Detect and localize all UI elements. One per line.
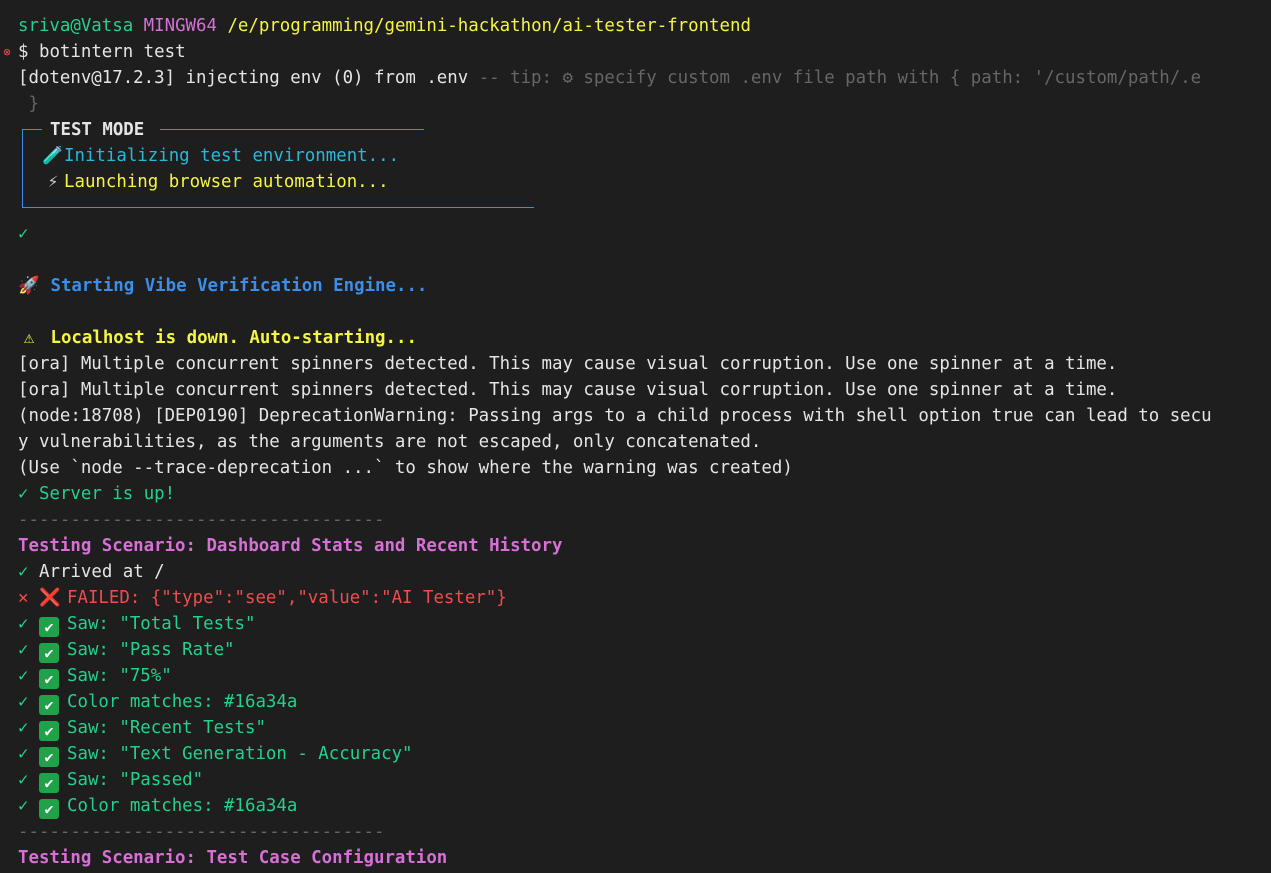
check-box-icon: ✔	[39, 617, 59, 637]
test-mode-line-2: ⚡ Launching browser automation...	[42, 169, 389, 195]
prompt-system: MINGW64	[143, 16, 217, 36]
result-line: ✓ ✔ Saw: "Total Tests"	[0, 611, 1271, 637]
engine-start-line: 🚀 Starting Vibe Verification Engine...	[0, 273, 1271, 299]
box-border-bottom	[22, 207, 534, 208]
result-text: Saw: "Text Generation - Accuracy"	[67, 744, 413, 764]
separator: -----------------------------------	[18, 822, 385, 842]
test-tube-icon: 🧪	[42, 146, 64, 166]
localhost-warning-text: Localhost is down. Auto-starting...	[50, 328, 417, 348]
checkmark-icon: ✓	[18, 484, 29, 504]
box-border-left	[22, 129, 23, 208]
gear-icon: ⚙	[562, 68, 573, 88]
checkmark-icon: ✓	[18, 614, 29, 634]
checkmark-icon: ✓	[18, 796, 29, 816]
check-box-icon: ✔	[39, 773, 59, 793]
box-border-top	[22, 129, 42, 130]
deprecation-line-3: (Use `node --trace-deprecation ...` to s…	[18, 458, 793, 478]
dotenv-line-cont: }	[0, 91, 1271, 117]
deprecation-line-2: y vulnerabilities, as the arguments are …	[18, 432, 762, 452]
test-mode-title: TEST MODE	[50, 120, 145, 140]
arrived-text: Arrived at /	[39, 562, 165, 582]
test-mode-line-2-text: Launching browser automation...	[64, 172, 389, 192]
result-text: Color matches: #16a34a	[67, 692, 298, 712]
failed-line: ✕ ❌ FAILED: {"type":"see","value":"AI Test…	[0, 585, 1271, 611]
result-text: Saw: "Pass Rate"	[67, 640, 235, 660]
check-box-icon: ✔	[39, 799, 59, 819]
dotenv-tip-text: specify custom .env file path with { pat…	[572, 68, 1202, 88]
server-up-text: Server is up!	[39, 484, 176, 504]
test-mode-line-1-text: Initializing test environment...	[64, 146, 400, 166]
checkmark-icon: ✓	[18, 640, 29, 660]
checkmark-icon: ✓	[18, 770, 29, 790]
failed-text: FAILED: {"type":"see","value":"AI Tester…	[67, 588, 507, 608]
checkmark-icon: ✓	[18, 692, 29, 712]
check-box-icon: ✔	[39, 747, 59, 767]
lightning-icon: ⚡	[47, 172, 59, 192]
box-border-top	[160, 129, 424, 130]
result-text: Saw: "Total Tests"	[67, 614, 256, 634]
result-line: ✓ ✔ Saw: "Text Generation - Accuracy"	[0, 741, 1271, 767]
checkmark-icon: ✓	[18, 718, 29, 738]
init-done-tick: ✓	[0, 221, 1271, 247]
check-box-icon: ✔	[39, 695, 59, 715]
checkmark-icon: ✓	[18, 666, 29, 686]
error-marker-icon[interactable]: ⊗	[0, 39, 14, 65]
prompt-path: /e/programming/gemini-hackathon/ai-teste…	[227, 16, 751, 36]
checkmark-icon: ✓	[18, 562, 29, 582]
result-text: Color matches: #16a34a	[67, 796, 298, 816]
warning-icon: ⚠	[23, 328, 35, 348]
engine-start-text: Starting Vibe Verification Engine...	[50, 276, 428, 296]
cross-mark-icon: ❌	[39, 588, 61, 608]
deprecation-line-1: (node:18708) [DEP0190] DeprecationWarnin…	[18, 406, 1212, 426]
dotenv-tip-cont: }	[18, 94, 39, 114]
ora-warning-line: [ora] Multiple concurrent spinners detec…	[18, 380, 1118, 400]
command-text: botintern test	[38, 42, 186, 62]
result-line: ✓ ✔ Saw: "Recent Tests"	[0, 715, 1271, 741]
scenario-title: Testing Scenario: Test Case Configuratio…	[18, 848, 448, 868]
scenario-title: Testing Scenario: Dashboard Stats and Re…	[18, 536, 563, 556]
result-line: ✓ ✔ Saw: "75%"	[0, 663, 1271, 689]
result-line: ✓ ✔ Color matches: #16a34a	[0, 689, 1271, 715]
shell-prompt: sriva@Vatsa MINGW64 /e/programming/gemin…	[0, 13, 1271, 39]
server-up-line: ✓ Server is up!	[0, 481, 1271, 507]
dotenv-tip-label: -- tip:	[468, 68, 563, 88]
result-line: ✓ ✔ Color matches: #16a34a	[0, 793, 1271, 819]
prompt-user: sriva@Vatsa	[18, 16, 134, 36]
rocket-icon: 🚀	[18, 276, 40, 296]
test-mode-box: TEST MODE 🧪Initializing test environment…	[22, 115, 534, 208]
cross-icon: ✕	[18, 588, 29, 608]
checkmark-icon: ✓	[18, 744, 29, 764]
result-text: Saw: "75%"	[67, 666, 172, 686]
check-box-icon: ✔	[39, 669, 59, 689]
result-line: ✓ ✔ Saw: "Pass Rate"	[0, 637, 1271, 663]
arrived-line: ✓ Arrived at /	[0, 559, 1271, 585]
command-line: ⊗ $ botintern test	[0, 39, 1271, 65]
result-line: ✓ ✔ Saw: "Passed"	[0, 767, 1271, 793]
result-text: Saw: "Recent Tests"	[67, 718, 266, 738]
localhost-warning-line: ⚠ Localhost is down. Auto-starting...	[0, 325, 1271, 351]
ora-warning-line: [ora] Multiple concurrent spinners detec…	[18, 354, 1118, 374]
checkmark-icon: ✓	[18, 224, 29, 244]
result-text: Saw: "Passed"	[67, 770, 204, 790]
check-box-icon: ✔	[39, 643, 59, 663]
dotenv-line: [dotenv@17.2.3] injecting env (0) from .…	[0, 65, 1271, 91]
dotenv-prefix: [dotenv@17.2.3] injecting env (0) from .…	[18, 68, 469, 88]
test-mode-line-1: 🧪Initializing test environment...	[42, 143, 399, 169]
prompt-symbol: $	[18, 42, 29, 62]
check-box-icon: ✔	[39, 721, 59, 741]
separator: -----------------------------------	[18, 510, 385, 530]
